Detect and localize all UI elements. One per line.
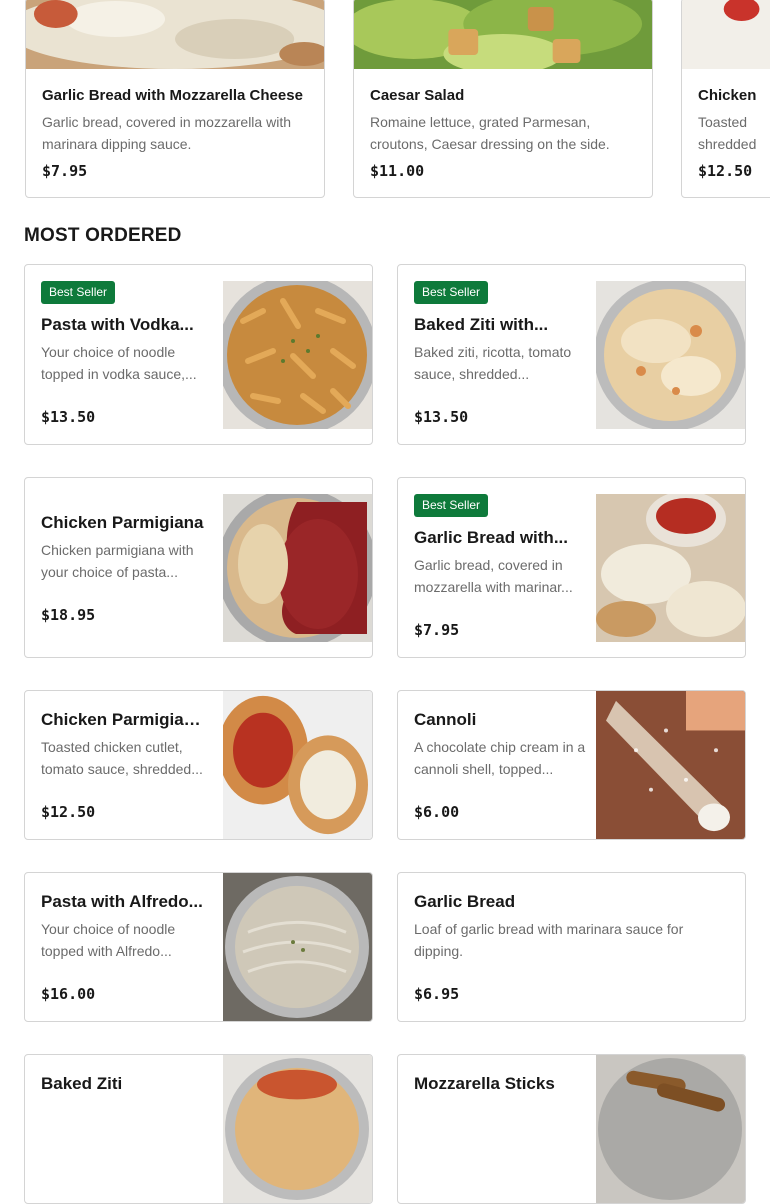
- alfredo-image: [223, 873, 372, 1021]
- carousel-item-title: Caesar Salad: [370, 87, 465, 104]
- featured-carousel[interactable]: Garlic Bread with Mozzarella Cheese Garl…: [0, 0, 770, 200]
- carousel-item-title: Chicken: [698, 87, 757, 104]
- menu-item-title: Baked Ziti with...: [414, 315, 549, 334]
- baked-ziti-image: [223, 1055, 372, 1203]
- menu-item-description: Loaf of garlic bread with marinara sauce…: [414, 921, 684, 959]
- menu-item-card[interactable]: Best Seller Garlic Bread with... Garlic …: [397, 477, 746, 658]
- carousel-item-price: $12.50: [698, 162, 753, 180]
- chicken-sub-image: [682, 0, 770, 69]
- menu-item-title: Mozzarella Sticks: [414, 1074, 555, 1093]
- menu-item-title: Pasta with Vodka...: [41, 315, 194, 334]
- menu-item-description: Garlic bread, covered in mozzarella with…: [414, 557, 573, 595]
- penne-vodka-image: [223, 281, 372, 429]
- mozzarella-sticks-image: [596, 1055, 745, 1203]
- chicken-sub-image: [223, 691, 372, 839]
- chicken-parm-image: [223, 494, 372, 642]
- menu-item-title: Baked Ziti: [41, 1074, 123, 1093]
- section-title-most-ordered: MOST ORDERED: [24, 225, 182, 246]
- garlic-bread-image: [596, 494, 745, 642]
- menu-item-title: Chicken Parmigiana: [41, 513, 204, 532]
- menu-item-card[interactable]: Chicken Parmigiana Chicken parmigiana wi…: [24, 477, 373, 658]
- menu-item-card[interactable]: Mozzarella Sticks: [397, 1054, 746, 1204]
- carousel-card-garlic-bread-mozzarella[interactable]: Garlic Bread with Mozzarella Cheese Garl…: [25, 0, 325, 198]
- menu-item-description: Your choice of noodle topped with Alfred…: [41, 921, 176, 959]
- carousel-item-title: Garlic Bread with Mozzarella Cheese: [42, 87, 303, 104]
- menu-item-title: Chicken Parmigiano...: [41, 710, 211, 729]
- menu-item-card[interactable]: Pasta with Alfredo... Your choice of noo…: [24, 872, 373, 1022]
- menu-item-card[interactable]: Baked Ziti: [24, 1054, 373, 1204]
- menu-item-price: $13.50: [414, 408, 469, 426]
- carousel-item-description: Romaine lettuce, grated Parmesan, crouto…: [370, 114, 610, 152]
- menu-item-title: Pasta with Alfredo...: [41, 892, 203, 911]
- caesar-salad-image: [354, 0, 652, 69]
- menu-item-card[interactable]: Chicken Parmigiano... Toasted chicken cu…: [24, 690, 373, 840]
- menu-item-price: $6.00: [414, 803, 460, 821]
- best-seller-badge: Best Seller: [41, 281, 116, 304]
- menu-item-title: Garlic Bread with...: [414, 528, 568, 547]
- carousel-item-price: $11.00: [370, 162, 425, 180]
- garlic-bread-image: [26, 0, 324, 69]
- cannoli-image: [596, 691, 745, 839]
- carousel-item-description: Garlic bread, covered in mozzarella with…: [42, 114, 291, 152]
- menu-item-price: $13.50: [41, 408, 96, 426]
- menu-item-description: A chocolate chip cream in a cannoli shel…: [414, 739, 586, 777]
- menu-item-card[interactable]: Cannoli A chocolate chip cream in a cann…: [397, 690, 746, 840]
- menu-item-price: $6.95: [414, 985, 460, 1003]
- menu-item-description: Baked ziti, ricotta, tomato sauce, shred…: [414, 344, 572, 382]
- baked-ziti-image: [596, 281, 745, 429]
- carousel-card-chicken[interactable]: Chicken Toasted shredded $12.50: [681, 0, 770, 198]
- menu-item-card[interactable]: Garlic Bread Loaf of garlic bread with m…: [397, 872, 746, 1022]
- menu-item-card[interactable]: Best Seller Baked Ziti with... Baked zit…: [397, 264, 746, 445]
- menu-item-price: $18.95: [41, 606, 96, 624]
- carousel-card-caesar-salad[interactable]: Caesar Salad Romaine lettuce, grated Par…: [353, 0, 653, 198]
- menu-item-card[interactable]: Best Seller Pasta with Vodka... Your cho…: [24, 264, 373, 445]
- menu-item-title: Cannoli: [414, 710, 477, 729]
- menu-item-price: $16.00: [41, 985, 96, 1003]
- menu-item-title: Garlic Bread: [414, 892, 516, 911]
- menu-item-price: $12.50: [41, 803, 96, 821]
- menu-item-description: Your choice of noodle topped in vodka sa…: [41, 344, 197, 382]
- menu-item-description: Toasted chicken cutlet, tomato sauce, sh…: [41, 739, 203, 777]
- carousel-item-price: $7.95: [42, 162, 88, 180]
- carousel-item-description: Toasted shredded: [698, 114, 757, 152]
- menu-item-price: $7.95: [414, 621, 460, 639]
- menu-item-description: Chicken parmigiana with your choice of p…: [41, 542, 194, 580]
- best-seller-badge: Best Seller: [414, 281, 489, 304]
- best-seller-badge: Best Seller: [414, 494, 489, 517]
